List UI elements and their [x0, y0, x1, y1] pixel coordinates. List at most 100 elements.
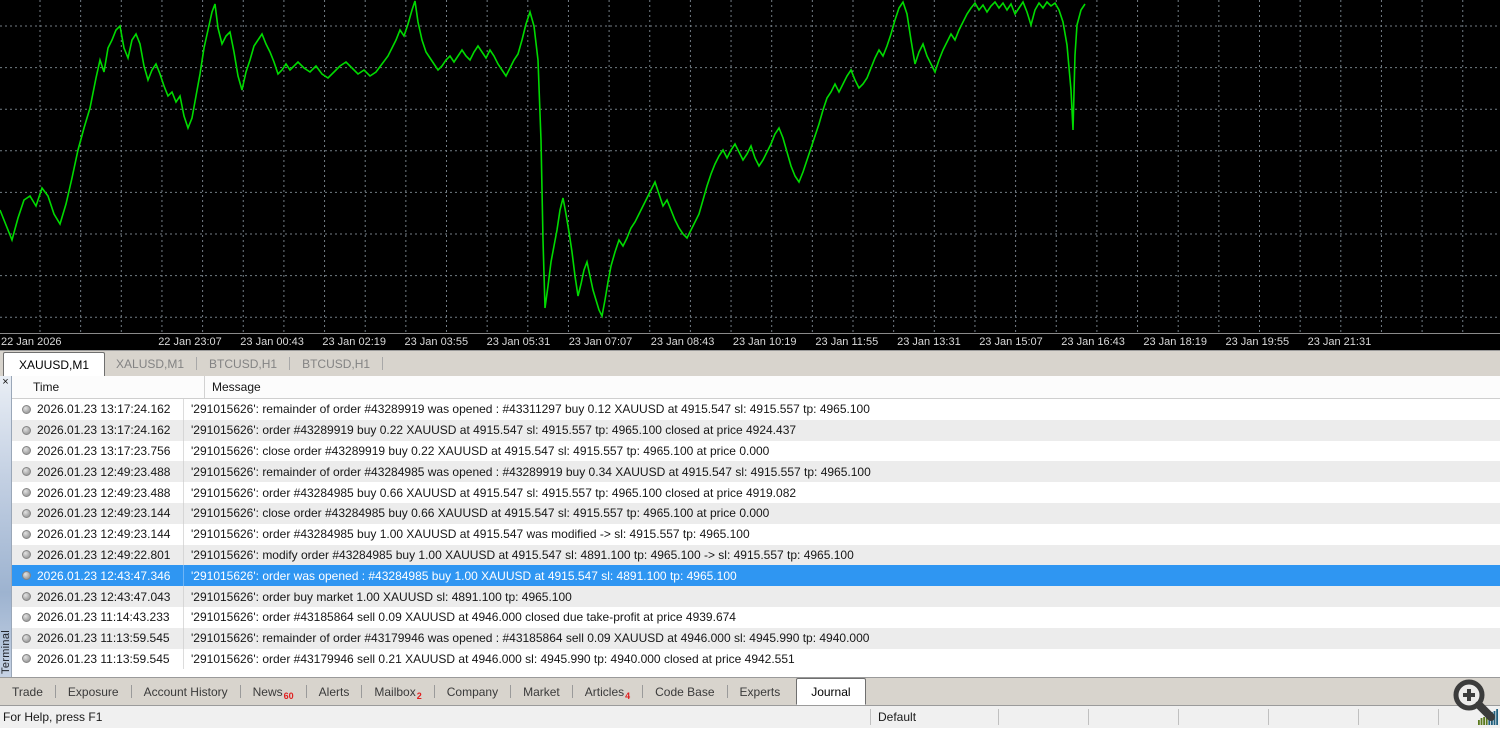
journal-row[interactable]: 2026.01.23 11:13:59.545 '291015626': rema… — [12, 627, 1500, 649]
journal-row-time: 2026.01.23 12:49:23.144 — [12, 502, 184, 524]
terminal-tab-account-history[interactable]: Account History — [132, 685, 240, 699]
terminal-tab-mailbox[interactable]: Mailbox 2 — [362, 684, 433, 701]
journal-row-time: 2026.01.23 13:17:24.162 — [12, 419, 184, 441]
journal-row[interactable]: 2026.01.23 13:17:23.756 '291015626': clos… — [12, 440, 1500, 462]
column-header-message[interactable]: Message — [205, 376, 1500, 398]
terminal-tab-label: Exposure — [67, 684, 119, 699]
time-axis-label: 23 Jan 02:19 — [322, 336, 386, 348]
journal-row[interactable]: 2026.01.23 12:49:23.144 '291015626': clos… — [12, 502, 1500, 524]
journal-row[interactable]: 2026.01.23 12:43:47.043 '291015626': orde… — [12, 586, 1500, 607]
journal-entry-icon — [22, 654, 31, 664]
terminal-tab-label: Account History — [143, 684, 228, 699]
journal-entry-icon — [22, 550, 31, 560]
status-bar: For Help, press F1 Default — [0, 705, 1500, 728]
time-axis-label: 23 Jan 03:55 — [404, 336, 469, 348]
journal-row[interactable]: 2026.01.23 13:17:24.162 '291015626': orde… — [12, 419, 1500, 441]
journal-entry-icon — [22, 425, 31, 435]
terminal-tab-trade[interactable]: Trade — [0, 685, 55, 699]
journal-row[interactable]: 2026.01.23 12:49:23.488 '291015626': rema… — [12, 461, 1500, 483]
journal-row[interactable]: 2026.01.23 12:49:23.488 '291015626': orde… — [12, 482, 1500, 503]
terminal-tab-label: Articles — [584, 684, 625, 699]
journal-row-message-text: '291015626': order #43284985 buy 1.00 XA… — [191, 527, 750, 542]
terminal-tab-company[interactable]: Company — [435, 685, 510, 699]
terminal-tab-exposure[interactable]: Exposure — [56, 685, 131, 699]
journal-row-message: '291015626': order #43284985 buy 1.00 XA… — [184, 524, 1500, 545]
journal-row[interactable]: 2026.01.23 12:49:22.801 '291015626': modi… — [12, 544, 1500, 566]
time-axis-label: 23 Jan 16:43 — [1061, 336, 1125, 348]
journal-row-message-text: '291015626': order buy market 1.00 XAUUS… — [191, 589, 572, 604]
journal-row-time: 2026.01.23 12:49:23.488 — [12, 482, 184, 503]
journal-row-time: 2026.01.23 12:49:23.144 — [12, 523, 184, 545]
journal-row-message: '291015626': order was opened : #4328498… — [184, 565, 1500, 586]
journal-row[interactable]: 2026.01.23 12:49:23.144 '291015626': orde… — [12, 523, 1500, 545]
column-header-time[interactable]: Time — [12, 376, 205, 398]
journal-row-message: '291015626': modify order #43284985 buy … — [184, 545, 1500, 566]
tab-divider — [382, 357, 384, 370]
price-chart-canvas[interactable] — [0, 0, 1500, 333]
chart-tab-btcusd-h1[interactable]: BTCUSD,H1 — [291, 351, 381, 377]
journal-entry-icon — [22, 404, 31, 414]
journal-row-time: 2026.01.23 12:49:23.488 — [12, 461, 184, 483]
time-axis-label: 22 Jan 2026 — [1, 336, 62, 348]
journal-row-time: 2026.01.23 11:13:59.545 — [12, 648, 184, 670]
journal-row-timestamp: 2026.01.23 13:17:24.162 — [37, 402, 171, 417]
terminal-tab-articles[interactable]: Articles 4 — [573, 684, 642, 701]
terminal-tab-alerts[interactable]: Alerts — [307, 685, 362, 699]
journal-row-message: '291015626': order buy market 1.00 XAUUS… — [184, 586, 1500, 607]
time-axis-label: 23 Jan 08:43 — [650, 336, 715, 348]
status-cell — [1268, 709, 1358, 725]
terminal-tab-journal[interactable]: Journal — [796, 678, 866, 705]
journal-row-timestamp: 2026.01.23 12:43:47.043 — [37, 589, 171, 604]
journal-entry-icon — [22, 612, 31, 622]
journal-row-time: 2026.01.23 13:17:23.756 — [12, 440, 184, 462]
time-axis-label: 23 Jan 13:31 — [897, 336, 961, 348]
terminal-tab-badge: 4 — [625, 690, 631, 701]
journal-row-timestamp: 2026.01.23 13:17:23.756 — [37, 443, 171, 458]
time-axis-label: 23 Jan 10:19 — [732, 336, 797, 348]
journal-row-message: '291015626': remainder of order #4317994… — [184, 628, 1500, 649]
close-icon[interactable]: × — [0, 376, 11, 388]
journal-row-timestamp: 2026.01.23 12:49:23.488 — [37, 464, 171, 479]
journal-entry-icon — [22, 529, 31, 539]
journal-row-message-text: '291015626': order #43179946 sell 0.21 X… — [191, 651, 795, 666]
terminal-tab-market[interactable]: Market — [511, 685, 572, 699]
journal-row[interactable]: 2026.01.23 11:14:43.233 '291015626': orde… — [12, 606, 1500, 628]
journal-row-message: '291015626': remainder of order #4328498… — [184, 461, 1500, 482]
journal-table: Time Message 2026.01.23 13:17:24.162 '291… — [12, 376, 1500, 677]
tab-divider — [289, 357, 291, 370]
journal-row-message-text: '291015626': close order #43289919 buy 0… — [191, 443, 770, 458]
price-chart[interactable] — [0, 0, 1500, 334]
journal-row-time: 2026.01.23 11:13:59.545 — [12, 627, 184, 649]
journal-row-message-text: '291015626': order #43289919 buy 0.22 XA… — [191, 423, 797, 438]
journal-entry-icon — [22, 571, 31, 581]
journal-entry-icon — [22, 467, 31, 477]
journal-row[interactable]: 2026.01.23 12:43:47.346 '291015626': orde… — [12, 565, 1500, 587]
terminal-tab-label: Mailbox — [374, 684, 416, 699]
terminal-tab-experts[interactable]: Experts — [728, 685, 793, 699]
terminal-tab-label: Experts — [739, 684, 781, 699]
journal-row-timestamp: 2026.01.23 13:17:24.162 — [37, 423, 171, 438]
journal-row-message-text: '291015626': order #43284985 buy 0.66 XA… — [191, 485, 797, 500]
journal-row-message: '291015626': order #43185864 sell 0.09 X… — [184, 607, 1500, 628]
terminal-tab-label: News — [252, 684, 283, 699]
time-axis-label: 23 Jan 21:31 — [1307, 336, 1372, 348]
journal-row-message: '291015626': close order #43284985 buy 0… — [184, 503, 1500, 524]
terminal-tab-label: Market — [523, 684, 560, 699]
journal-row[interactable]: 2026.01.23 11:13:59.545 '291015626': orde… — [12, 648, 1500, 670]
status-cell — [1178, 709, 1268, 725]
terminal-tab-code-base[interactable]: Code Base — [643, 685, 726, 699]
chart-tab-xauusd-m1[interactable]: XAUUSD,M1 — [3, 352, 106, 377]
status-cell — [1358, 709, 1438, 725]
journal-rows: 2026.01.23 13:17:24.162 '291015626': rema… — [12, 399, 1500, 670]
time-axis-label: 23 Jan 15:07 — [979, 336, 1043, 348]
chart-tab-xalusd-m1[interactable]: XALUSD,M1 — [105, 351, 195, 377]
time-axis-label: 23 Jan 18:19 — [1143, 336, 1207, 348]
journal-table-header: Time Message — [12, 376, 1500, 399]
journal-row[interactable]: 2026.01.23 13:17:24.162 '291015626': rema… — [12, 399, 1500, 420]
journal-row-timestamp: 2026.01.23 12:43:47.346 — [37, 568, 171, 583]
journal-row-message-text: '291015626': remainder of order #4328991… — [191, 402, 870, 417]
terminal-tab-news[interactable]: News 60 — [241, 684, 306, 701]
status-profile[interactable]: Default — [870, 709, 998, 725]
status-cell — [1088, 709, 1178, 725]
chart-tab-btcusd-h1[interactable]: BTCUSD,H1 — [198, 351, 288, 377]
